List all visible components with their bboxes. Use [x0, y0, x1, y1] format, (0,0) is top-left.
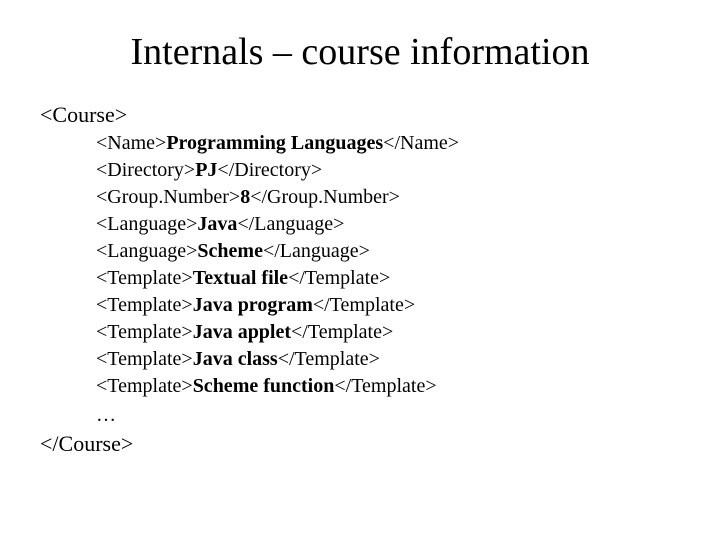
xml-value: Java applet [193, 321, 291, 343]
xml-line: <Name>Programming Languages</Name> [96, 130, 680, 157]
xml-line: <Directory>PJ</Directory> [96, 157, 680, 184]
xml-value: Java class [193, 348, 278, 370]
ellipsis: … [96, 402, 680, 429]
xml-line: <Template>Java program</Template> [96, 292, 680, 319]
xml-line: <Template>Java applet</Template> [96, 319, 680, 346]
xml-value: 8 [240, 186, 250, 208]
xml-line: <Template>Scheme function</Template> [96, 373, 680, 400]
xml-value: Java program [193, 294, 313, 316]
xml-line: <Template>Java class</Template> [96, 346, 680, 373]
course-open-tag: <Course> [40, 102, 680, 128]
xml-value: Scheme [197, 240, 263, 262]
xml-entries: <Name>Programming Languages</Name><Direc… [96, 130, 680, 429]
xml-value: Programming Languages [166, 132, 383, 154]
xml-line: <Template>Textual file</Template> [96, 265, 680, 292]
xml-value: Textual file [193, 267, 288, 289]
xml-line: <Language>Scheme</Language> [96, 238, 680, 265]
xml-line: <Language>Java</Language> [96, 211, 680, 238]
slide-title: Internals – course information [40, 30, 680, 74]
course-close-tag: </Course> [40, 431, 680, 457]
xml-value: Java [197, 213, 237, 235]
xml-line: <Group.Number>8</Group.Number> [96, 184, 680, 211]
xml-value: Scheme function [193, 375, 335, 397]
slide: Internals – course information <Course> … [0, 0, 720, 540]
xml-value: PJ [195, 159, 217, 181]
